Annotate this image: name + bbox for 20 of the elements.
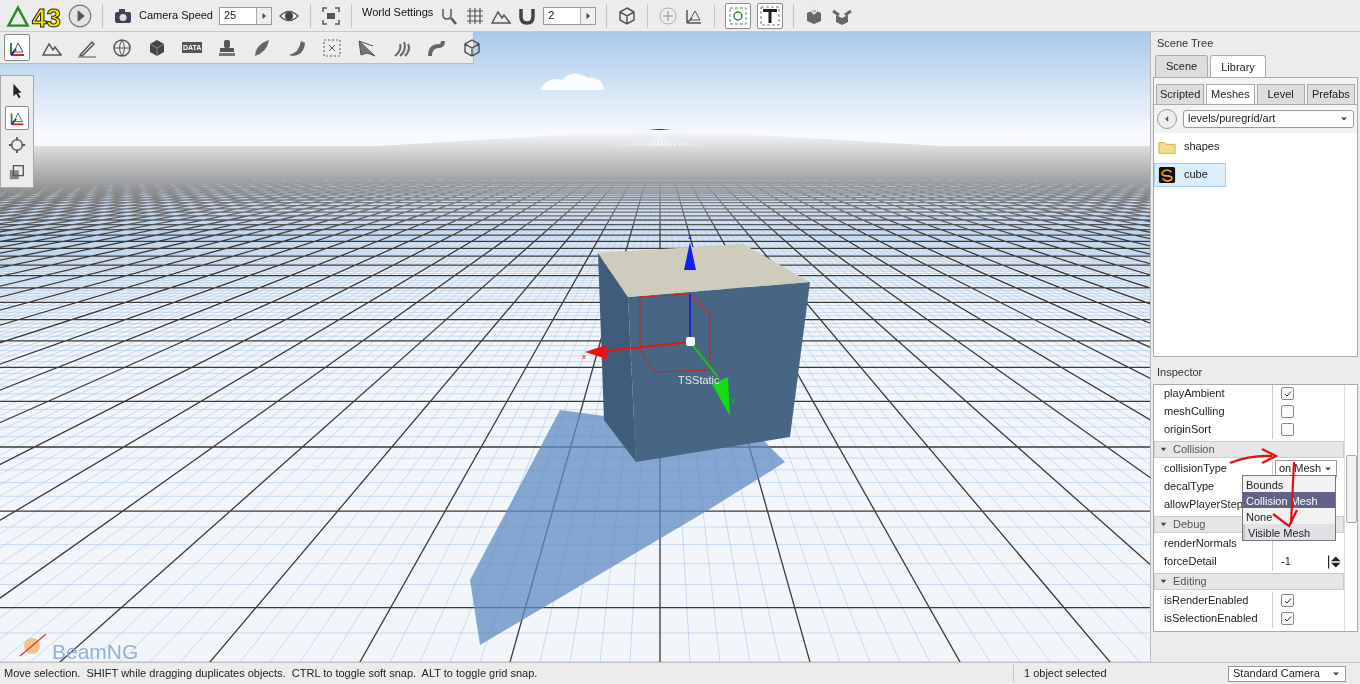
property-name: originSort [1164,422,1212,438]
status-hint: Move selection. SHIFT while dragging duplicates objects. CTRL to toggle soft snap. ALT to toggle grid snap. [0,665,1014,682]
property-name: decalType [1164,479,1215,495]
property-name: collisionType [1164,461,1227,477]
axis-label: y [731,395,735,404]
property-name: isSelectionEnabled [1164,611,1258,627]
camera-speed-label: Camera Speed [139,8,213,24]
object-label: TSStatic [678,374,720,386]
property-name: playAmbient [1164,386,1225,402]
axis-label: z [688,232,692,241]
property-name: forceDetail [1164,554,1217,570]
property-name: allowPlayerStep [1164,497,1243,513]
axis-label: x [582,352,586,361]
overlay-number: 43 [32,2,61,33]
panel-title: Inspector [1156,365,1204,380]
status-selection: 1 object selected [1023,666,1107,682]
panel-title: Scene Tree [1156,36,1215,51]
property-name: renderNormals [1164,536,1237,552]
property-name: meshCulling [1164,404,1225,420]
property-name: isRenderEnabled [1164,593,1249,609]
